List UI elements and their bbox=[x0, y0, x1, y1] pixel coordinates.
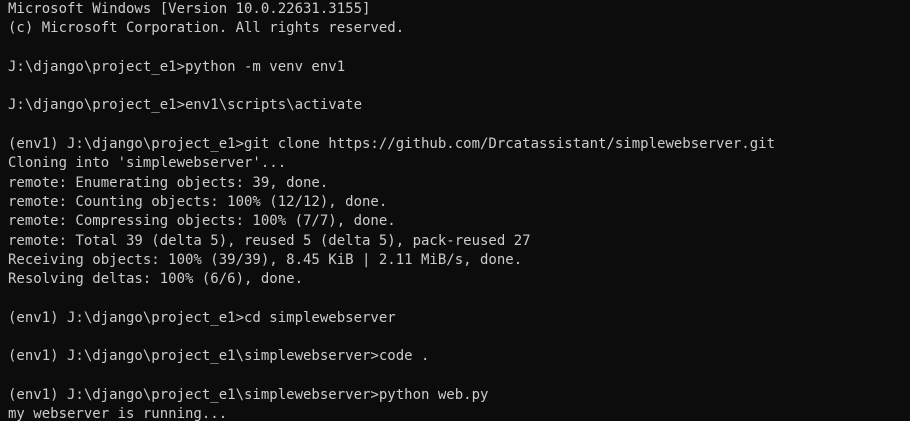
terminal-line: J:\django\project_e1>env1\scripts\activa… bbox=[8, 97, 363, 114]
terminal-line: (c) Microsoft Corporation. All rights re… bbox=[8, 20, 405, 37]
terminal-line: Cloning into 'simplewebserver'... bbox=[8, 155, 287, 172]
terminal-line: Receiving objects: 100% (39/39), 8.45 Ki… bbox=[8, 251, 523, 268]
terminal-line: (env1) J:\django\project_e1\simplewebser… bbox=[8, 386, 489, 403]
terminal-line: (env1) J:\django\project_e1>cd simpleweb… bbox=[8, 309, 396, 326]
terminal-line: remote: Total 39 (delta 5), reused 5 (de… bbox=[8, 232, 531, 249]
terminal-line: J:\django\project_e1>python -m venv env1 bbox=[8, 58, 346, 75]
terminal-window[interactable]: Microsoft Windows [Version 10.0.22631.31… bbox=[0, 0, 910, 421]
terminal-line: my webserver is running... bbox=[8, 406, 228, 421]
terminal-line: remote: Counting objects: 100% (12/12), … bbox=[8, 193, 388, 210]
terminal-line: remote: Compressing objects: 100% (7/7),… bbox=[8, 213, 396, 230]
terminal-line: (env1) J:\django\project_e1\simplewebser… bbox=[8, 348, 430, 365]
terminal-line: (env1) J:\django\project_e1>git clone ht… bbox=[8, 136, 776, 153]
terminal-line: Microsoft Windows [Version 10.0.22631.31… bbox=[8, 1, 371, 17]
terminal-line: remote: Enumerating objects: 39, done. bbox=[8, 174, 329, 191]
terminal-line: Resolving deltas: 100% (6/6), done. bbox=[8, 271, 304, 288]
